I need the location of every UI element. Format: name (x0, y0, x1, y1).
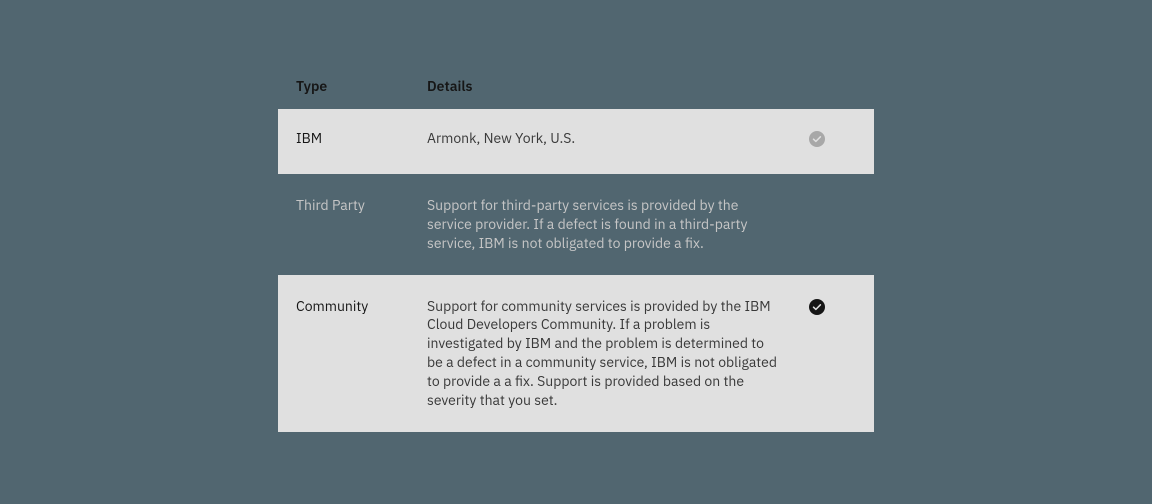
table-row: Community Support for community services… (278, 275, 874, 432)
column-header-details: Details (427, 77, 797, 95)
checkmark-icon (809, 299, 825, 315)
table-row: IBM Armonk, New York, U.S. (278, 109, 874, 174)
row-type: IBM (296, 129, 427, 148)
row-type: Community (296, 297, 427, 410)
table-row: Third Party Support for third-party serv… (278, 174, 874, 275)
table-header-row: Type Details (278, 77, 874, 109)
row-status (797, 196, 837, 253)
checkmark-icon (809, 131, 825, 147)
support-types-table: Type Details IBM Armonk, New York, U.S. … (278, 77, 874, 432)
column-header-icon (797, 77, 837, 95)
row-details: Support for community services is provid… (427, 297, 797, 410)
row-status (797, 297, 837, 410)
row-type: Third Party (296, 196, 427, 253)
column-header-type: Type (296, 77, 427, 95)
row-details: Support for third-party services is prov… (427, 196, 797, 253)
row-details: Armonk, New York, U.S. (427, 129, 797, 148)
row-status (797, 129, 837, 148)
